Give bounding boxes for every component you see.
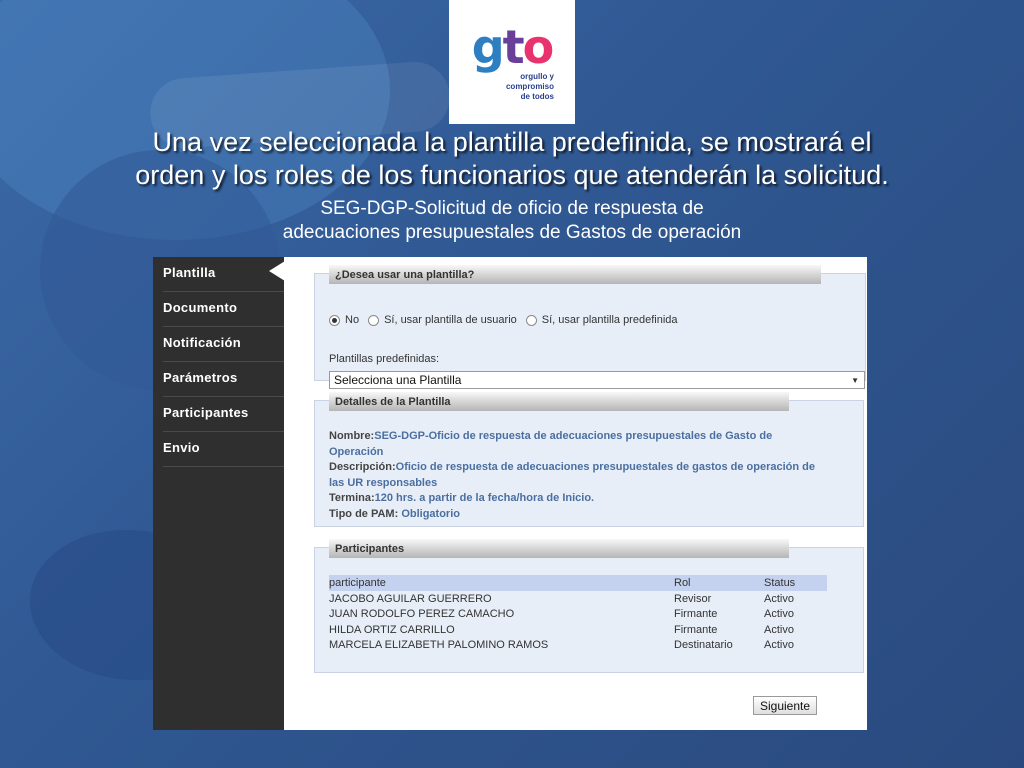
detail-label: Termina:: [329, 492, 375, 504]
panel-header: Detalles de la Plantilla: [329, 391, 789, 411]
app-screenshot: Plantilla Documento Notificación Parámet…: [153, 257, 867, 730]
slide-subtitle: SEG-DGP-Solicitud de oficio de respuesta…: [282, 198, 742, 243]
participants-panel: Participantes participante Rol Status JA…: [314, 538, 864, 673]
radio-label-user-template: Sí, usar plantilla de usuario: [384, 314, 517, 326]
radio-label-no: No: [345, 314, 360, 326]
participant-status: Activo: [764, 639, 794, 652]
sidebar-item-parametros[interactable]: Parámetros: [163, 362, 284, 397]
participants-table: participante Rol Status JACOBO AGUILAR G…: [329, 575, 827, 653]
predefined-templates-label: Plantillas predefinidas:: [329, 353, 440, 365]
detail-label: Descripción:: [329, 461, 396, 473]
participant-status: Activo: [764, 623, 794, 636]
sidebar-item-plantilla[interactable]: Plantilla: [163, 257, 285, 292]
table-row: HILDA ORTIZ CARRILLO Firmante Activo: [329, 622, 827, 638]
chevron-down-icon: ▼: [851, 376, 859, 385]
detail-label: Tipo de PAM:: [329, 507, 399, 520]
template-radio-group: No Sí, usar plantilla de usuario Sí, usa…: [329, 314, 687, 326]
radio-user-template[interactable]: [368, 314, 380, 326]
logo-wordmark: gto: [471, 20, 555, 74]
radio-predefined-template[interactable]: [525, 314, 537, 326]
table-row: JACOBO AGUILAR GUERRERO Revisor Activo: [329, 591, 827, 607]
participant-name: MARCELA ELIZABETH PALOMINO RAMOS: [329, 639, 549, 652]
participant-status: Activo: [764, 592, 794, 605]
template-details: Nombre:SEG-DGP-Oficio de respuesta de ad…: [329, 429, 829, 522]
radio-no[interactable]: [329, 314, 340, 326]
pam-type-value: Obligatorio: [401, 507, 460, 520]
participant-name: JACOBO AGUILAR GUERRERO: [329, 592, 492, 605]
column-header: participante: [329, 575, 674, 591]
table-row: JUAN RODOLFO PEREZ CAMACHO Firmante Acti…: [329, 607, 827, 623]
participant-role: Firmante: [674, 623, 718, 636]
table-row: MARCELA ELIZABETH PALOMINO RAMOS Destina…: [329, 638, 827, 654]
participant-name: HILDA ORTIZ CARRILLO: [329, 623, 455, 636]
participant-role: Destinatario: [674, 639, 733, 652]
template-select[interactable]: Selecciona una Plantilla ▼: [329, 371, 865, 389]
sidebar-item-participantes[interactable]: Participantes: [163, 397, 284, 432]
participant-role: Firmante: [674, 608, 718, 621]
panel-header: Participantes: [329, 538, 789, 558]
participant-name: JUAN RODOLFO PEREZ CAMACHO: [329, 608, 515, 621]
sidebar-item-envio[interactable]: Envio: [163, 432, 284, 467]
logo-tagline: orgullo y compromiso de todos: [505, 72, 554, 101]
next-button[interactable]: Siguiente: [753, 696, 817, 715]
table-header-row: participante Rol Status: [329, 575, 827, 591]
sidebar-item-documento[interactable]: Documento: [163, 292, 284, 327]
wizard-sidebar: Plantilla Documento Notificación Parámet…: [153, 257, 285, 730]
template-choice-panel: ¿Desea usar una plantilla? No Sí, usar p…: [314, 264, 866, 389]
template-name-value: SEG-DGP-Oficio de respuesta de adecuacio…: [329, 430, 773, 458]
column-header: Status: [764, 575, 827, 591]
panel-header: ¿Desea usar una plantilla?: [329, 264, 821, 284]
gto-logo: gto orgullo y compromiso de todos: [449, 0, 575, 124]
main-content: ¿Desea usar una plantilla? No Sí, usar p…: [284, 257, 867, 730]
template-details-panel: Detalles de la Plantilla Nombre:SEG-DGP-…: [314, 391, 864, 527]
template-select-value: Selecciona una Plantilla: [334, 373, 462, 387]
template-ends-value: 120 hrs. a partir de la fecha/hora de In…: [374, 492, 595, 504]
participant-status: Activo: [764, 608, 794, 621]
slide-title: Una vez seleccionada la plantilla predef…: [135, 127, 889, 190]
template-description-value: Oficio de respuesta de adecuaciones pres…: [329, 461, 816, 489]
radio-label-predefined-template: Sí, usar plantilla predefinida: [541, 314, 678, 326]
column-header: Rol: [674, 575, 764, 591]
participant-role: Revisor: [674, 592, 712, 605]
detail-label: Nombre:: [329, 430, 375, 442]
sidebar-item-notificacion[interactable]: Notificación: [163, 327, 284, 362]
